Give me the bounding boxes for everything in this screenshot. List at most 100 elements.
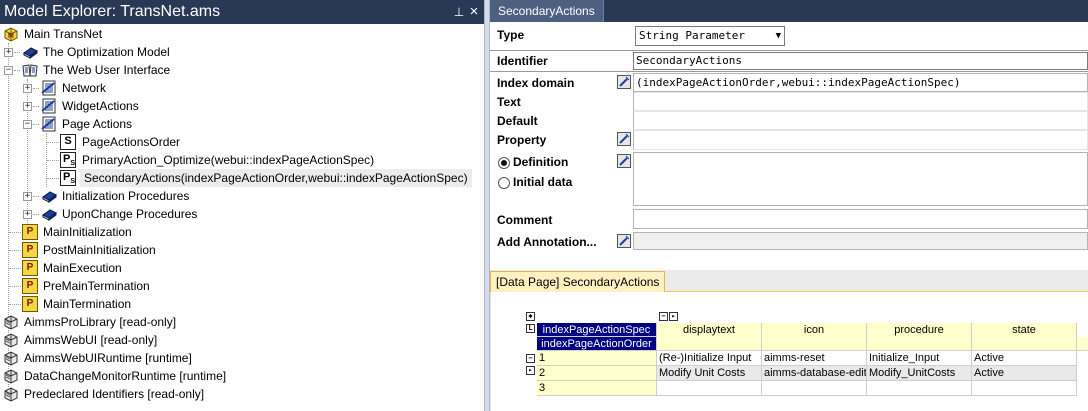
data-cell[interactable]: aimms-reset (762, 351, 867, 366)
tree-item-postmaininitialization[interactable]: P PostMainInitialization (0, 241, 480, 259)
type-select-value: String Parameter (639, 29, 745, 42)
index-domain-field[interactable]: (indexPageActionOrder,webui::indexPageAc… (633, 73, 1088, 92)
tree-item-aimmsprolibrary[interactable]: AimmsProLibrary [read-only] (0, 313, 480, 331)
add-annotation-field[interactable] (633, 232, 1088, 250)
tree-item-label: AimmsProLibrary [read-only] (24, 315, 177, 329)
attribute-wizard-icon[interactable] (617, 132, 631, 146)
column-header-displaytext[interactable]: displaytext (657, 323, 762, 351)
data-grid: indexPageActionSpec indexPageActionOrder… (537, 323, 1088, 396)
comment-field[interactable] (633, 209, 1088, 229)
expand-rows-icon[interactable]: ▸ (526, 366, 535, 375)
data-cell[interactable]: aimms-database-edit (762, 366, 867, 381)
data-cell[interactable] (972, 381, 1077, 396)
data-cell[interactable]: Modify Unit Costs (657, 366, 762, 381)
tab-secondaryactions[interactable]: SecondaryActions (490, 0, 604, 22)
tree-item-main-transnet[interactable]: M Main TransNet (0, 25, 480, 43)
attribute-wizard-icon[interactable] (617, 234, 631, 248)
library-icon (3, 314, 19, 330)
identifier-field[interactable]: SecondaryActions (633, 52, 1088, 70)
library-icon (3, 332, 19, 348)
tree-item-mainexecution[interactable]: P MainExecution (0, 259, 480, 277)
tree-item-web-user-interface[interactable]: − The Web User Interface (0, 61, 480, 79)
index-header-actionorder[interactable]: indexPageActionOrder (537, 337, 657, 351)
column-header-procedure[interactable]: procedure (867, 323, 972, 351)
tree-item-network[interactable]: + Network (0, 79, 480, 97)
data-cell[interactable] (762, 381, 867, 396)
definition-field[interactable] (633, 152, 1088, 206)
attribute-form: Type String Parameter ▼ Identifier Secon… (490, 22, 1088, 270)
tree-item-premaintermination[interactable]: P PreMainTermination (0, 277, 480, 295)
tree-item-label: AimmsWebUI [read-only] (24, 333, 158, 347)
model-explorer-pane: Model Explorer: TransNet.ams ⊥ × M Main … (0, 0, 484, 411)
tree-item-pageactionsorder[interactable]: S PageActionsOrder (0, 133, 480, 151)
expand-plus-icon[interactable]: + (23, 192, 32, 201)
expand-plus-icon[interactable]: + (23, 84, 32, 93)
type-select[interactable]: String Parameter ▼ (635, 26, 785, 46)
data-cell[interactable]: Modify_UnitCosts (867, 366, 972, 381)
tree-item-label: PrimaryAction_Optimize(webui::indexPageA… (82, 153, 375, 167)
default-field[interactable] (633, 111, 1088, 130)
pin-icon[interactable]: ⊥ (451, 3, 467, 21)
data-cell[interactable] (657, 381, 762, 396)
data-cell[interactable] (867, 381, 972, 396)
tree-item-maininitialization[interactable]: P MainInitialization (0, 223, 480, 241)
definition-radio[interactable] (498, 157, 510, 169)
tree-item-aimmswebui[interactable]: AimmsWebUI [read-only] (0, 331, 480, 349)
procedure-icon: P (22, 260, 38, 276)
data-page-body: ✱ L − ▸ − ▸ indexPageActionSpec indexPag… (490, 292, 1088, 411)
tree-item-page-actions[interactable]: − Page Actions (0, 115, 480, 133)
data-page-window: [Data Page] SecondaryActions ✱ L − ▸ − ▸… (490, 270, 1088, 411)
tab-data-page-secondaryactions[interactable]: [Data Page] SecondaryActions (490, 271, 666, 292)
collapse-minus-icon[interactable]: − (23, 120, 32, 129)
tree-item-label: SecondaryActions(indexPageActionOrder,we… (80, 169, 472, 187)
data-page-tabbar: [Data Page] SecondaryActions (490, 270, 1088, 292)
expand-columns-icon[interactable]: ▸ (669, 312, 678, 321)
row-header[interactable]: 1 (537, 351, 657, 366)
tree-item-label: WidgetActions (62, 99, 139, 113)
tree-item-widgetactions[interactable]: + WidgetActions (0, 97, 480, 115)
property-field[interactable] (633, 130, 1088, 150)
tree-item-predeclared-identifiers[interactable]: Predeclared Identifiers [read-only] (0, 385, 480, 403)
tree-item-initialization-procedures[interactable]: + Initialization Procedures (0, 187, 480, 205)
collapse-columns-icon[interactable]: − (659, 312, 668, 321)
text-field[interactable] (633, 92, 1088, 111)
column-header-icon[interactable]: icon (762, 323, 867, 351)
data-cell[interactable]: (Re-)Initialize Input (657, 351, 762, 366)
initial-data-radio[interactable] (498, 177, 510, 189)
column-header-state[interactable]: state (972, 323, 1077, 351)
tree-item-label: The Web User Interface (43, 63, 171, 77)
add-annotation-row: Add Annotation... (490, 232, 1088, 252)
tree-item-datachangemonitorruntime[interactable]: DataChangeMonitorRuntime [runtime] (0, 367, 480, 385)
pivot-icon[interactable]: L (526, 324, 535, 333)
data-cell[interactable]: Initialize_Input (867, 351, 972, 366)
string-parameter-icon: PS (60, 170, 76, 186)
property-row: Property (490, 130, 1088, 150)
expand-plus-icon[interactable]: + (23, 102, 32, 111)
collapse-minus-icon[interactable]: − (4, 66, 13, 75)
data-cell[interactable]: Active (972, 351, 1077, 366)
attribute-wizard-icon[interactable] (617, 75, 631, 89)
tree-item-label: Initialization Procedures (62, 189, 190, 203)
row-header[interactable]: 2 (537, 366, 657, 381)
identifier-row: Identifier SecondaryActions (490, 51, 1088, 71)
section-icon (41, 80, 57, 96)
expand-plus-icon[interactable]: + (4, 48, 13, 57)
tree-item-maintermination[interactable]: P MainTermination (0, 295, 480, 313)
attribute-window: SecondaryActions Type String Parameter ▼… (490, 0, 1088, 270)
attribute-wizard-icon[interactable] (617, 154, 631, 168)
definition-label: Definition (513, 155, 569, 169)
add-annotation-label[interactable]: Add Annotation... (497, 235, 597, 249)
row-header[interactable]: 3 (537, 381, 657, 396)
expand-plus-icon[interactable]: + (23, 210, 32, 219)
tree-item-aimmswebuiruntime[interactable]: AimmsWebUIRuntime [runtime] (0, 349, 480, 367)
tree-item-optimization-model[interactable]: + The Optimization Model (0, 43, 480, 61)
tree-item-secondaryactions[interactable]: PS SecondaryActions(indexPageActionOrder… (0, 169, 480, 187)
collapse-rows-icon[interactable]: − (526, 354, 535, 363)
select-all-icon[interactable]: ✱ (526, 312, 535, 321)
tree-item-uponchange-procedures[interactable]: + UponChange Procedures (0, 205, 480, 223)
index-header-actionspec[interactable]: indexPageActionSpec (537, 323, 657, 337)
close-icon[interactable]: × (466, 3, 482, 21)
default-label: Default (497, 114, 538, 128)
tree-item-primaryaction-optimize[interactable]: PS PrimaryAction_Optimize(webui::indexPa… (0, 151, 480, 169)
data-cell[interactable]: Active (972, 366, 1077, 381)
